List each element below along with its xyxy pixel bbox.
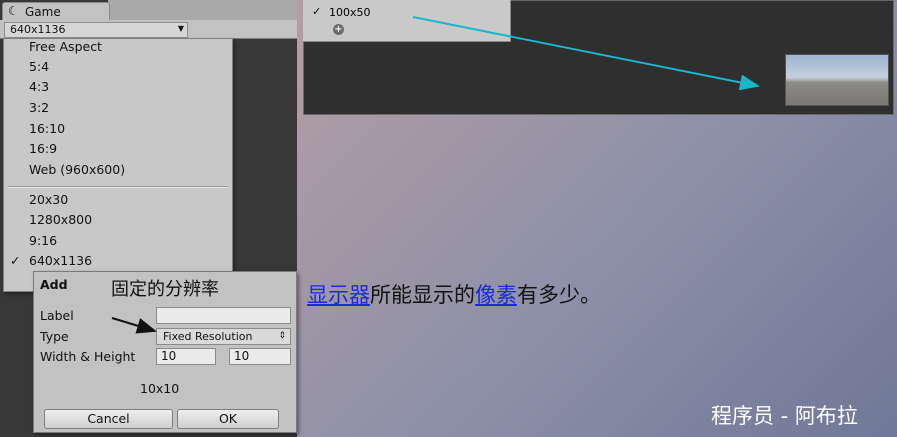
caption-text-2: 有多少。	[517, 283, 601, 307]
link-display[interactable]: 显示器	[307, 283, 370, 307]
caption: 显示器所能显示的像素有多少。	[307, 279, 601, 309]
annotation-arrows	[111, 16, 760, 334]
caption-text-1: 所能显示的	[370, 283, 475, 307]
black-arrow	[111, 317, 157, 334]
cyan-arrow	[412, 16, 760, 91]
link-pixel[interactable]: 像素	[475, 283, 517, 307]
watermark: 程序员 - 阿布拉	[711, 404, 858, 428]
